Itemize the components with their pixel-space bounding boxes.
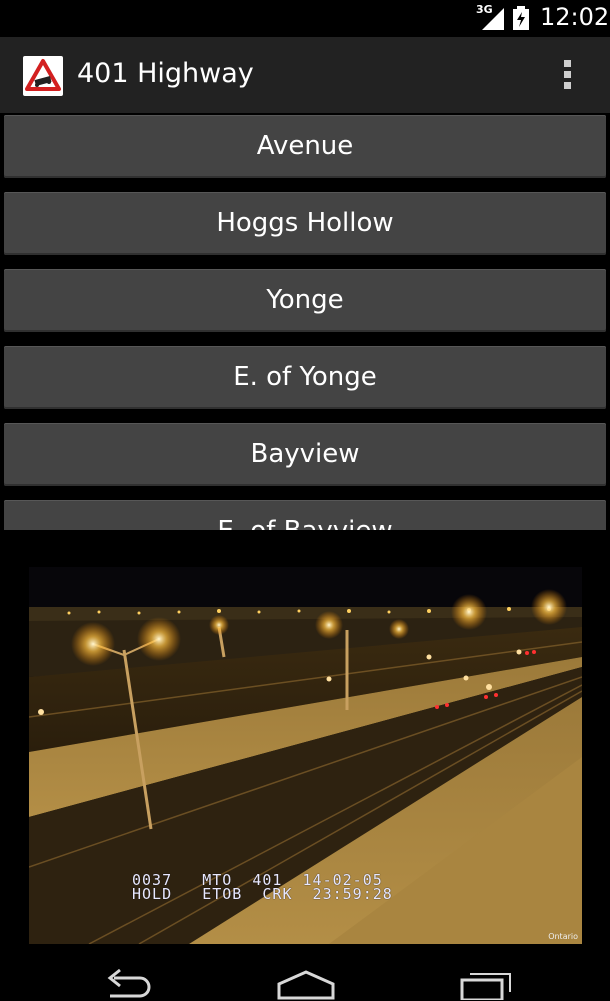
camera-button-avenue[interactable]: Avenue	[4, 115, 606, 178]
camera-button-e-of-bayview[interactable]: E. of Bayview	[4, 500, 606, 530]
page-title: 401 Highway	[77, 58, 254, 89]
battery-icon	[513, 6, 529, 30]
status-bar: 3G 12:02	[0, 0, 610, 37]
recent-apps-icon[interactable]	[458, 964, 516, 1000]
signal-icon	[482, 8, 504, 30]
navigation-bar	[0, 958, 610, 1001]
back-icon[interactable]	[98, 964, 154, 1000]
home-icon[interactable]	[275, 964, 337, 1000]
camera-button-yonge[interactable]: Yonge	[4, 269, 606, 332]
overflow-menu-icon[interactable]	[556, 57, 580, 93]
clock: 12:02	[540, 3, 610, 31]
camera-overlay-line-2: HOLD ETOB CRK 23:59:28	[132, 885, 393, 903]
ontario-logo: Ontario	[548, 932, 578, 941]
camera-list[interactable]: Avenue Hoggs Hollow Yonge E. of Yonge Ba…	[0, 113, 610, 530]
hazard-sign-icon[interactable]	[23, 56, 63, 96]
camera-button-hoggs-hollow[interactable]: Hoggs Hollow	[4, 192, 606, 255]
traffic-camera-image: 0037 MTO 401 14-02-05 HOLD ETOB CRK 23:5…	[29, 567, 582, 944]
screen: 3G 12:02 401 Highway Avenue Hoggs Hollow…	[0, 0, 610, 1001]
action-bar: 401 Highway	[0, 37, 610, 113]
camera-button-e-of-yonge[interactable]: E. of Yonge	[4, 346, 606, 409]
camera-button-bayview[interactable]: Bayview	[4, 423, 606, 486]
